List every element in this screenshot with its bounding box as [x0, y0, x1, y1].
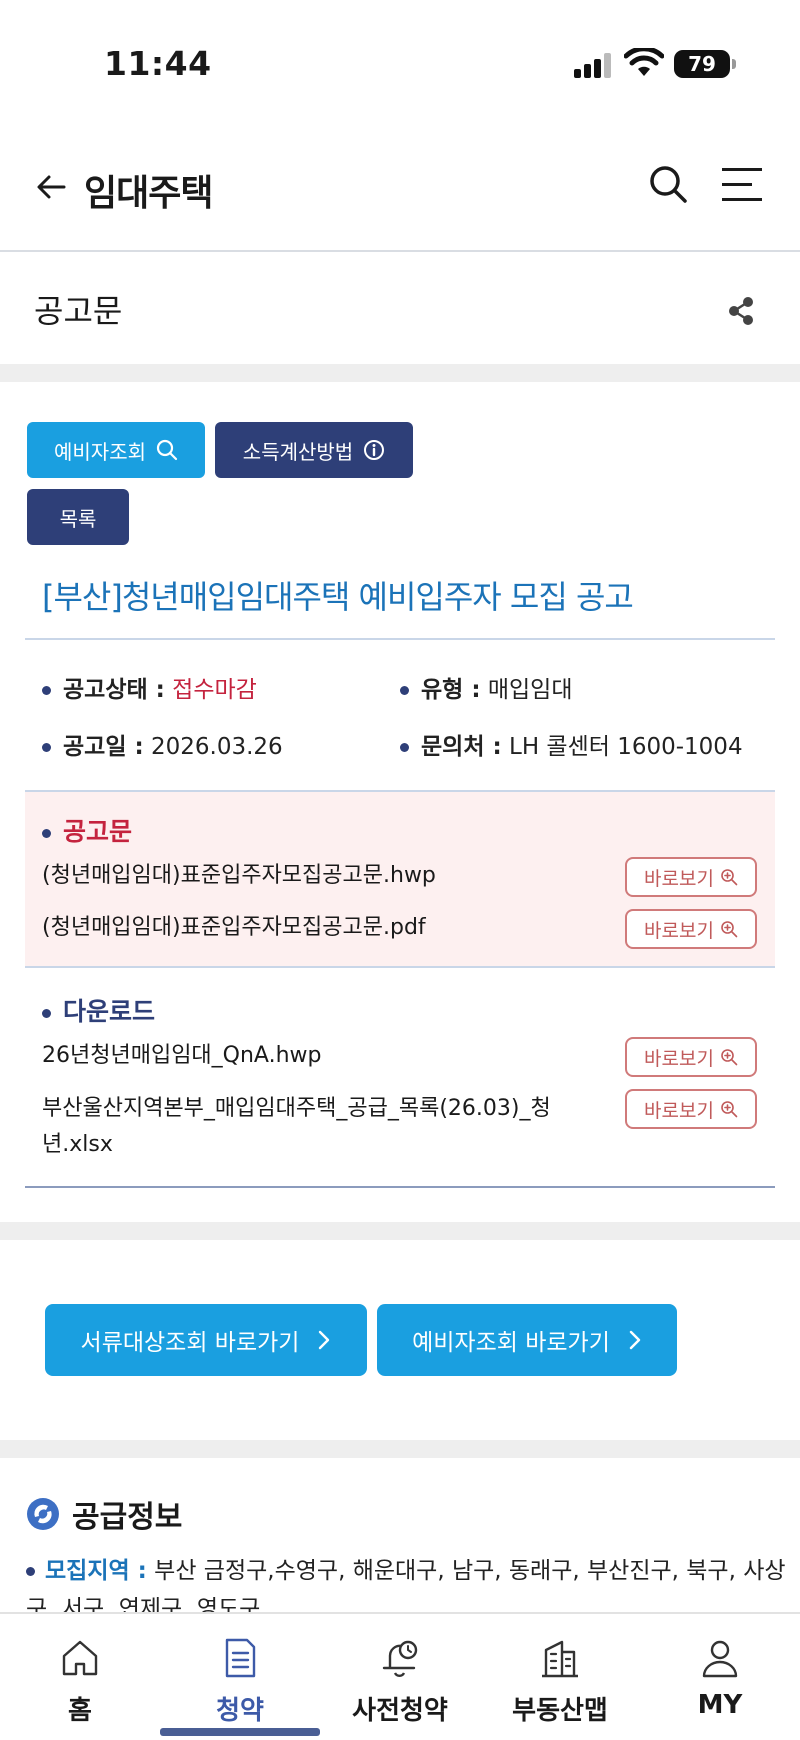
preliminary-lookup-link-button[interactable]: 예비자조회 바로가기: [377, 1304, 677, 1376]
list-label: 목록: [59, 506, 97, 531]
zoom-in-icon: [721, 1101, 738, 1118]
nav-home-label: 홈: [68, 1696, 92, 1726]
notice-contact-value: LH 콜센터 1600-1004: [509, 734, 743, 760]
search-icon[interactable]: [648, 164, 688, 204]
chevron-right-icon: [319, 1330, 330, 1350]
cellular-signal-icon: [574, 52, 612, 78]
nav-my[interactable]: MY: [640, 1614, 800, 1740]
download-heading: 다운로드: [42, 992, 155, 1028]
wifi-icon: [624, 48, 664, 76]
divider: [25, 1186, 775, 1188]
nav-real-estate-map-label: 부동산맵: [512, 1696, 608, 1726]
view-button[interactable]: 바로보기: [625, 909, 757, 949]
nav-pre-subscription[interactable]: 사전청약: [320, 1614, 480, 1740]
notice-files-heading-text: 공고문: [63, 817, 133, 846]
view-button-label: 바로보기: [644, 1099, 714, 1122]
file-name[interactable]: (청년매입임대)표준입주자모집공고문.hwp: [42, 858, 562, 894]
home-icon: [62, 1640, 98, 1676]
nav-subscription-label: 청약: [216, 1696, 264, 1726]
nav-subscription[interactable]: 청약: [160, 1614, 320, 1740]
preliminary-lookup-label: 예비자조회: [54, 439, 146, 464]
notice-title: [부산]청년매입임대주택 예비입주자 모집 공고: [42, 578, 634, 616]
view-button[interactable]: 바로보기: [625, 1037, 757, 1077]
view-button-label: 바로보기: [644, 867, 714, 890]
section-title: 공고문: [34, 292, 123, 330]
notice-contact-label: 문의처 :: [421, 734, 502, 760]
user-icon: [702, 1640, 738, 1678]
notice-status-value: 접수마감: [172, 677, 257, 703]
file-name[interactable]: 부산울산지역본부_매입임대주택_공급_목록(26.03)_청년.xlsx: [42, 1091, 562, 1163]
info-icon: [364, 440, 385, 460]
bell-clock-icon: [382, 1640, 418, 1677]
notice-type-label: 유형 :: [421, 677, 481, 703]
chevron-right-icon: [629, 1330, 641, 1350]
app-header: 임대주택: [0, 130, 800, 252]
search-icon: [156, 439, 178, 461]
bottom-navigation: 홈 청약 사전청약 부동산맵 MY: [0, 1612, 800, 1740]
active-tab-indicator: [160, 1728, 320, 1736]
preliminary-lookup-button[interactable]: 예비자조회: [27, 422, 205, 478]
notice-date-value: 2026.03.26: [151, 734, 283, 760]
divider: [0, 364, 800, 382]
notice-date-label: 공고일 :: [63, 734, 144, 760]
supply-info-icon: [27, 1498, 59, 1530]
document-icon: [225, 1638, 256, 1678]
preliminary-lookup-link-label: 예비자조회 바로가기: [412, 1330, 610, 1356]
documents-lookup-label: 서류대상조회 바로가기: [80, 1330, 300, 1356]
divider: [0, 1440, 800, 1458]
view-button[interactable]: 바로보기: [625, 1089, 757, 1129]
notice-type-value: 매입임대: [487, 677, 573, 703]
page-title: 임대주택: [84, 173, 213, 214]
zoom-in-icon: [721, 1049, 738, 1066]
status-bar: 11:44 79: [0, 0, 800, 130]
section-header: 공고문: [0, 254, 800, 364]
notice-date: 공고일 : 2026.03.26: [42, 727, 283, 761]
view-button-label: 바로보기: [644, 1047, 714, 1070]
recruitment-region-label: 모집지역 :: [45, 1558, 147, 1584]
income-calculation-button[interactable]: 소득계산방법: [215, 422, 413, 478]
divider: [25, 638, 775, 640]
download-heading-text: 다운로드: [63, 997, 156, 1026]
file-name[interactable]: (청년매입임대)표준입주자모집공고문.pdf: [42, 910, 562, 946]
nav-my-label: MY: [697, 1690, 743, 1720]
documents-lookup-button[interactable]: 서류대상조회 바로가기: [45, 1304, 367, 1376]
notice-files-heading: 공고문: [42, 812, 132, 848]
file-name[interactable]: 26년청년매입임대_QnA.hwp: [42, 1038, 562, 1074]
nav-home[interactable]: 홈: [0, 1614, 160, 1740]
back-arrow-icon[interactable]: [34, 170, 68, 204]
nav-real-estate-map[interactable]: 부동산맵: [480, 1614, 640, 1740]
notice-contact: 문의처 : LH 콜센터 1600-1004: [400, 727, 743, 761]
supply-info-title-text: 공급정보: [72, 1500, 183, 1535]
notice-status-label: 공고상태 :: [63, 677, 165, 703]
supply-info-title: 공급정보: [26, 1492, 182, 1536]
status-time: 11:44: [104, 44, 212, 83]
hamburger-menu-icon[interactable]: [722, 166, 762, 202]
zoom-in-icon: [721, 869, 738, 886]
divider: [0, 1222, 800, 1240]
notice-status: 공고상태 : 접수마감: [42, 670, 257, 704]
building-map-icon: [542, 1640, 578, 1678]
notice-type: 유형 : 매입임대: [400, 670, 572, 704]
battery-icon: 79: [674, 50, 736, 78]
view-button-label: 바로보기: [644, 919, 714, 942]
share-icon[interactable]: [726, 296, 756, 326]
list-button[interactable]: 목록: [27, 489, 129, 545]
zoom-in-icon: [721, 921, 738, 938]
view-button[interactable]: 바로보기: [625, 857, 757, 897]
nav-pre-subscription-label: 사전청약: [352, 1696, 448, 1726]
income-calculation-label: 소득계산방법: [242, 439, 354, 464]
